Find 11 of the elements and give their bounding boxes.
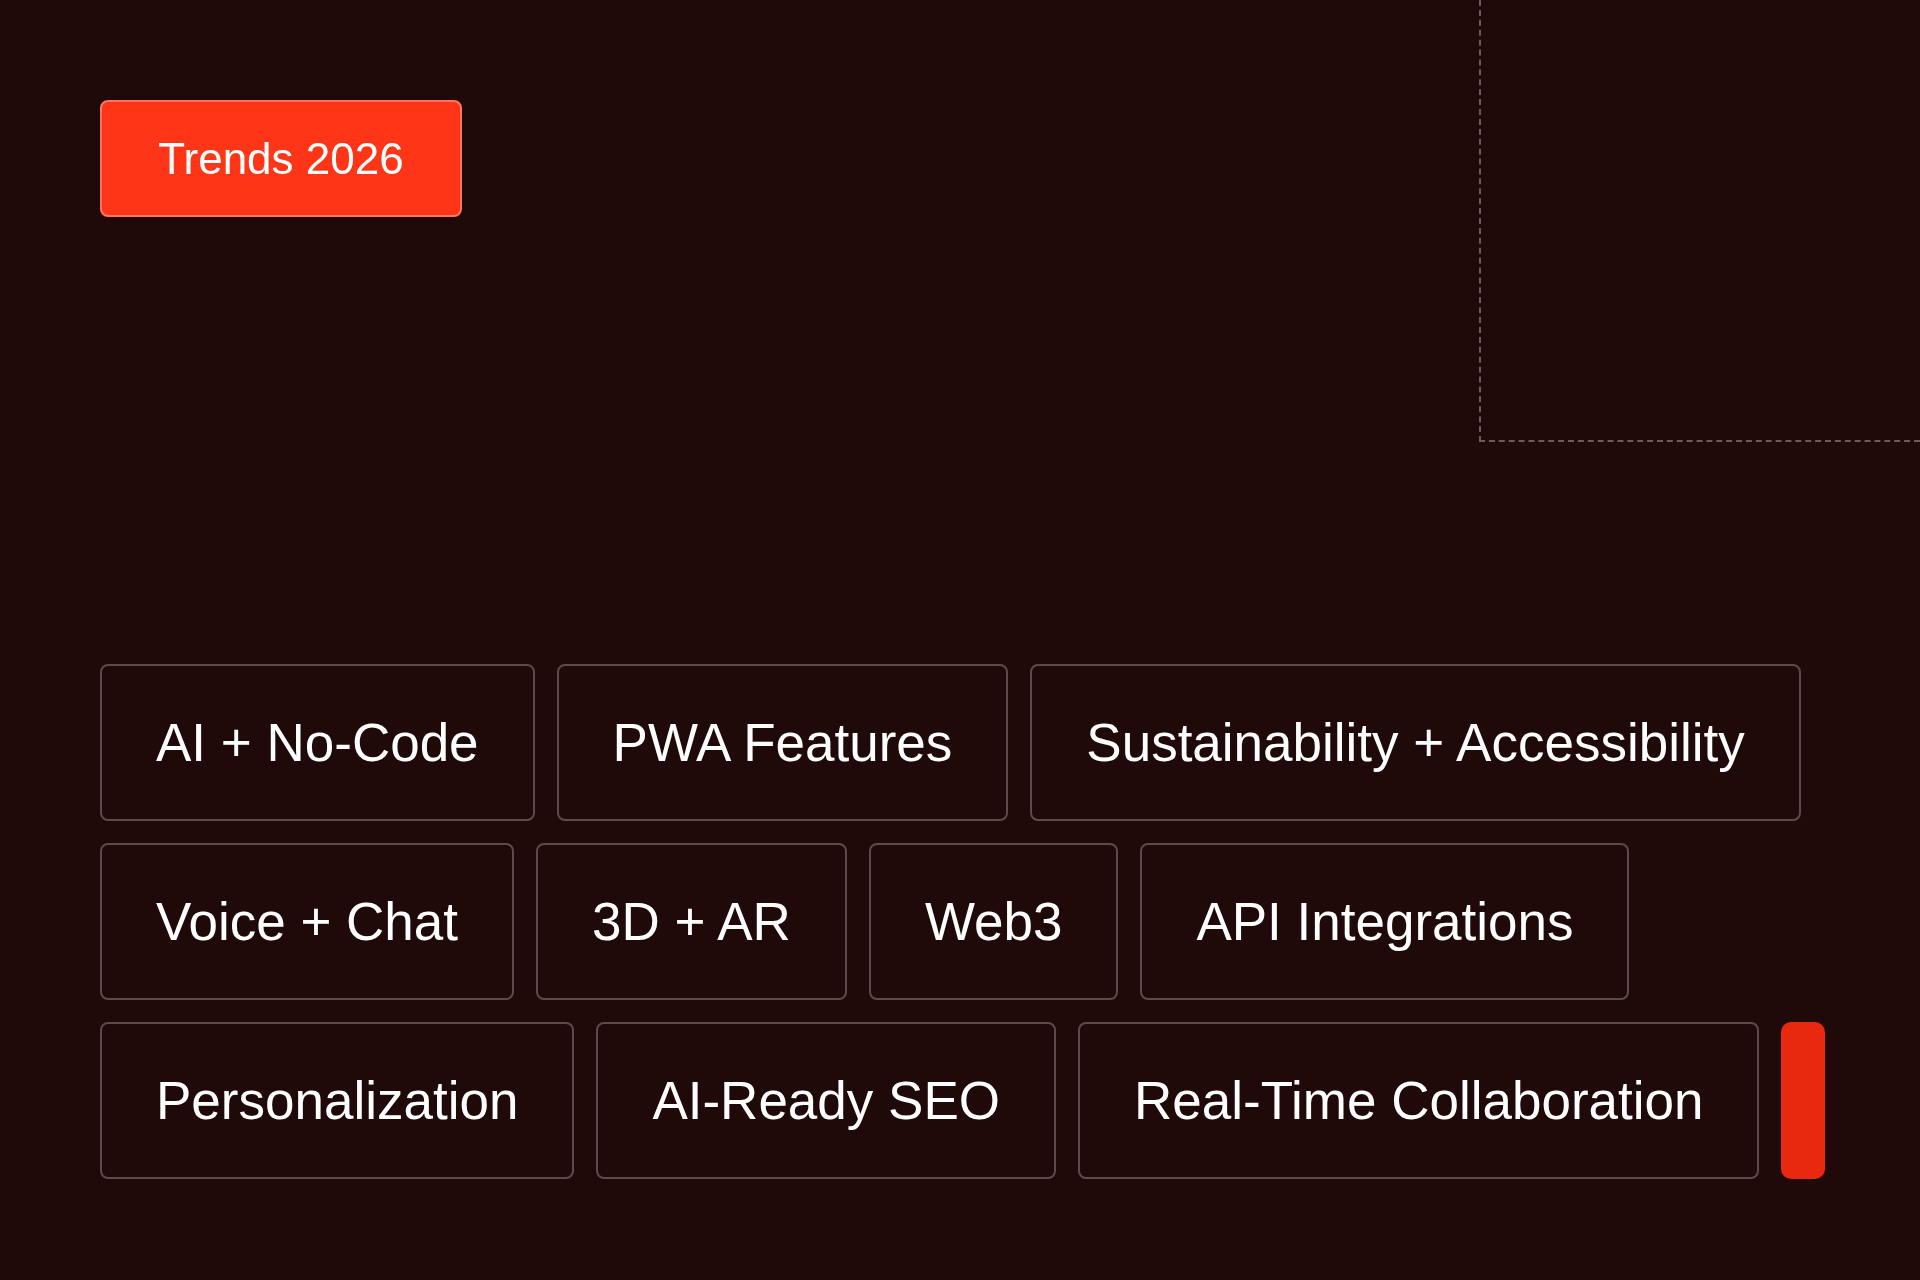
trend-tag: API Integrations — [1140, 843, 1630, 1000]
trend-tag: AI + No-Code — [100, 664, 535, 821]
trend-tag: Voice + Chat — [100, 843, 514, 1000]
trend-tag: Web3 — [868, 843, 1119, 1000]
trend-tag: PWA Features — [556, 664, 1009, 821]
trends-badge: Trends 2026 — [100, 100, 462, 217]
trend-tag: Personalization — [100, 1022, 575, 1179]
trend-tag: AI-Ready SEO — [596, 1022, 1056, 1179]
trend-tag: 3D + AR — [536, 843, 847, 1000]
trend-tag: Sustainability + Accessibility — [1030, 664, 1801, 821]
trend-tag: Real-Time Collaboration — [1078, 1022, 1760, 1179]
